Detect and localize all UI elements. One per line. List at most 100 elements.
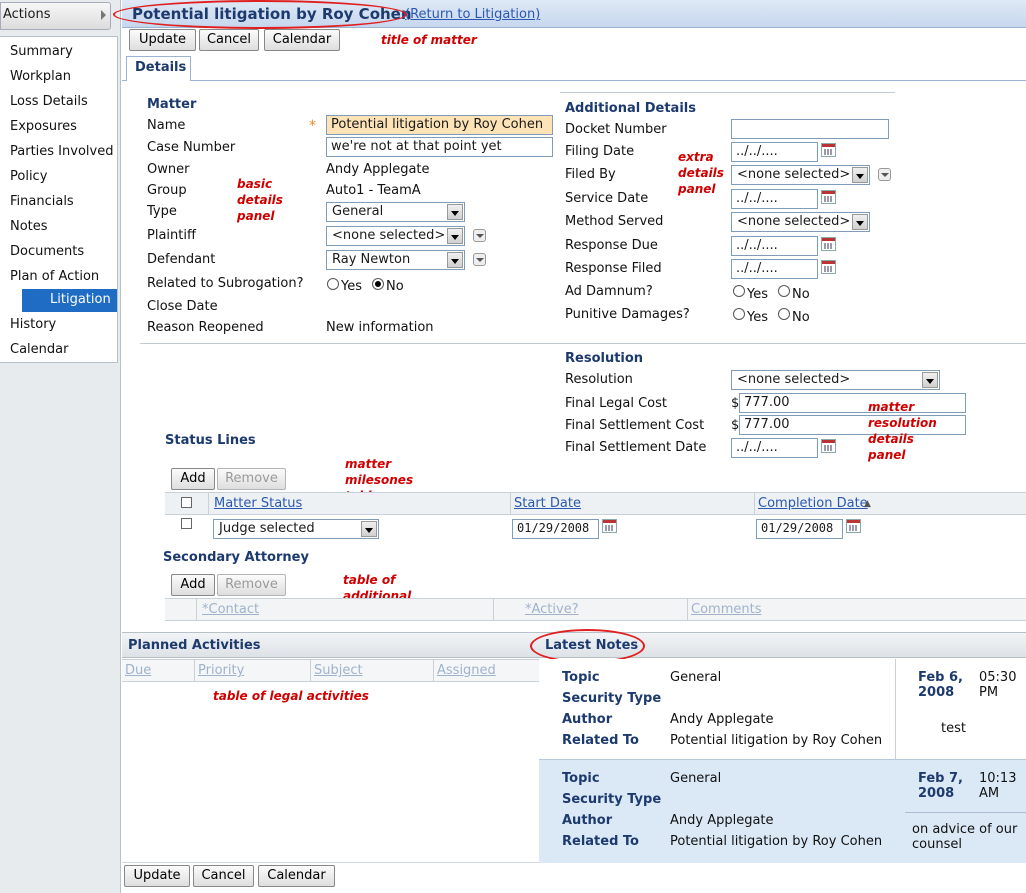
contact-column-header[interactable]: *Contact — [202, 602, 259, 617]
punitive-no-radio[interactable] — [778, 308, 790, 320]
method-served-select-value: <none selected> — [737, 214, 851, 229]
note-security-label: Security Type — [562, 691, 662, 706]
note-topic-label: Topic — [562, 771, 600, 786]
actions-menu-button[interactable]: Actions — [0, 2, 111, 30]
sidebar-item-exposures[interactable]: Exposures — [10, 119, 77, 134]
ad-damnum-no-label: No — [792, 287, 810, 302]
completion-date-calendar-icon[interactable] — [846, 519, 861, 533]
final-settlement-date-label: Final Settlement Date — [565, 440, 707, 455]
active-column-header[interactable]: *Active? — [525, 602, 579, 617]
response-due-field[interactable]: ../../.... — [731, 236, 818, 256]
note-date: Feb 6, 2008 — [918, 670, 963, 700]
status-add-button[interactable]: Add — [171, 468, 215, 490]
plaintiff-select-value: <none selected> — [332, 228, 446, 243]
sidebar-nav: Summary Workplan Loss Details Exposures … — [0, 36, 118, 363]
punitive-damages-label: Punitive Damages? — [565, 307, 690, 322]
sidebar: Actions Summary Workplan Loss Details Ex… — [0, 0, 121, 893]
final-settlement-date-calendar-icon[interactable] — [821, 439, 836, 453]
filing-date-field[interactable]: ../../.... — [731, 142, 818, 162]
matter-status-column-header[interactable]: Matter Status — [214, 496, 302, 511]
type-select[interactable]: General — [326, 202, 465, 222]
note-author-label: Author — [562, 813, 613, 828]
case-number-field[interactable]: we're not at that point yet — [326, 137, 553, 157]
plaintiff-select[interactable]: <none selected> — [326, 226, 465, 246]
filing-date-calendar-icon[interactable] — [821, 143, 836, 157]
update-button[interactable]: Update — [129, 29, 196, 51]
sidebar-item-summary[interactable]: Summary — [10, 44, 73, 59]
defendant-menu-icon[interactable] — [473, 253, 486, 266]
ad-damnum-no-radio[interactable] — [778, 285, 790, 297]
tab-details[interactable]: Details — [126, 56, 191, 81]
sidebar-item-plan-of-action[interactable]: Plan of Action — [10, 269, 99, 284]
status-select-all-checkbox[interactable] — [181, 497, 192, 508]
annotation-basic-details: basic details panel — [237, 177, 283, 223]
matter-status-select[interactable]: Judge selected — [213, 519, 379, 539]
start-date-field[interactable]: 01/29/2008 — [512, 519, 599, 539]
assigned-column-header[interactable]: Assigned — [437, 663, 496, 678]
calendar-button[interactable]: Calendar — [264, 29, 340, 51]
start-date-column-header[interactable]: Start Date — [514, 496, 581, 511]
activities-col-divider — [310, 659, 311, 682]
service-date-field[interactable]: ../../.... — [731, 189, 818, 209]
plaintiff-label: Plaintiff — [147, 228, 196, 243]
service-date-calendar-icon[interactable] — [821, 190, 836, 204]
cancel-button[interactable]: Cancel — [199, 29, 259, 51]
resolution-label: Resolution — [565, 372, 633, 387]
comments-column-header[interactable]: Comments — [691, 602, 761, 617]
chevron-down-icon — [361, 521, 377, 537]
sidebar-item-litigation[interactable]: Litigation — [0, 289, 117, 312]
attorney-remove-button[interactable]: Remove — [217, 574, 286, 596]
note-related-value: Potential litigation by Roy Cohen — [670, 733, 883, 748]
note-2: Topic General Security Type Author Andy … — [539, 759, 1026, 863]
plaintiff-menu-icon[interactable] — [473, 229, 486, 242]
defendant-label: Defendant — [147, 252, 216, 267]
filed-by-menu-icon[interactable] — [878, 168, 891, 181]
completion-date-column-header[interactable]: Completion Date — [758, 496, 868, 511]
status-row-checkbox[interactable] — [181, 518, 192, 529]
note-related-label: Related To — [562, 834, 639, 849]
sidebar-item-loss-details[interactable]: Loss Details — [10, 94, 88, 109]
defendant-select[interactable]: Ray Newton — [326, 250, 465, 270]
service-date-label: Service Date — [565, 191, 649, 206]
subject-column-header[interactable]: Subject — [314, 663, 363, 678]
response-filed-field[interactable]: ../../.... — [731, 259, 818, 279]
docket-number-field[interactable] — [731, 119, 889, 139]
sidebar-item-calendar[interactable]: Calendar — [10, 342, 68, 357]
chevron-down-icon — [852, 214, 868, 230]
priority-column-header[interactable]: Priority — [198, 663, 244, 678]
start-date-calendar-icon[interactable] — [602, 519, 617, 533]
resolution-select[interactable]: <none selected> — [731, 370, 940, 390]
sidebar-item-financials[interactable]: Financials — [10, 194, 74, 209]
sidebar-item-notes[interactable]: Notes — [10, 219, 48, 234]
sidebar-item-parties-involved[interactable]: Parties Involved — [10, 144, 113, 159]
final-settlement-date-field[interactable]: ../../.... — [731, 438, 818, 458]
return-to-litigation-link[interactable]: (Return to Litigation) — [405, 7, 540, 22]
subrogation-yes-radio[interactable] — [327, 278, 339, 290]
ad-damnum-yes-radio[interactable] — [733, 285, 745, 297]
bottom-cancel-button[interactable]: Cancel — [193, 865, 254, 887]
activities-col-divider — [194, 659, 195, 682]
sidebar-item-policy[interactable]: Policy — [10, 169, 47, 184]
filed-by-select[interactable]: <none selected> — [731, 165, 870, 185]
subrogation-no-radio[interactable] — [372, 278, 384, 290]
sidebar-item-history[interactable]: History — [10, 317, 56, 332]
status-remove-button[interactable]: Remove — [217, 468, 286, 490]
bottom-update-button[interactable]: Update — [124, 865, 190, 887]
method-served-select[interactable]: <none selected> — [731, 212, 870, 232]
bottom-calendar-button[interactable]: Calendar — [258, 865, 335, 887]
latest-notes-annotation-oval — [530, 629, 645, 663]
response-filed-calendar-icon[interactable] — [821, 260, 836, 274]
planned-activities-header: Planned Activities — [122, 632, 539, 658]
attorney-add-button[interactable]: Add — [171, 574, 215, 596]
bottom-divider — [122, 862, 539, 863]
ad-damnum-label: Ad Damnum? — [565, 284, 653, 299]
attorney-col-divider — [493, 598, 494, 621]
response-due-calendar-icon[interactable] — [821, 237, 836, 251]
name-field[interactable]: Potential litigation by Roy Cohen — [326, 115, 553, 135]
due-column-header[interactable]: Due — [125, 663, 151, 678]
completion-date-field[interactable]: 01/29/2008 — [756, 519, 843, 539]
sidebar-item-workplan[interactable]: Workplan — [10, 69, 71, 84]
sidebar-item-documents[interactable]: Documents — [10, 244, 84, 259]
final-settlement-cost-label: Final Settlement Cost — [565, 418, 705, 433]
punitive-yes-radio[interactable] — [733, 308, 745, 320]
